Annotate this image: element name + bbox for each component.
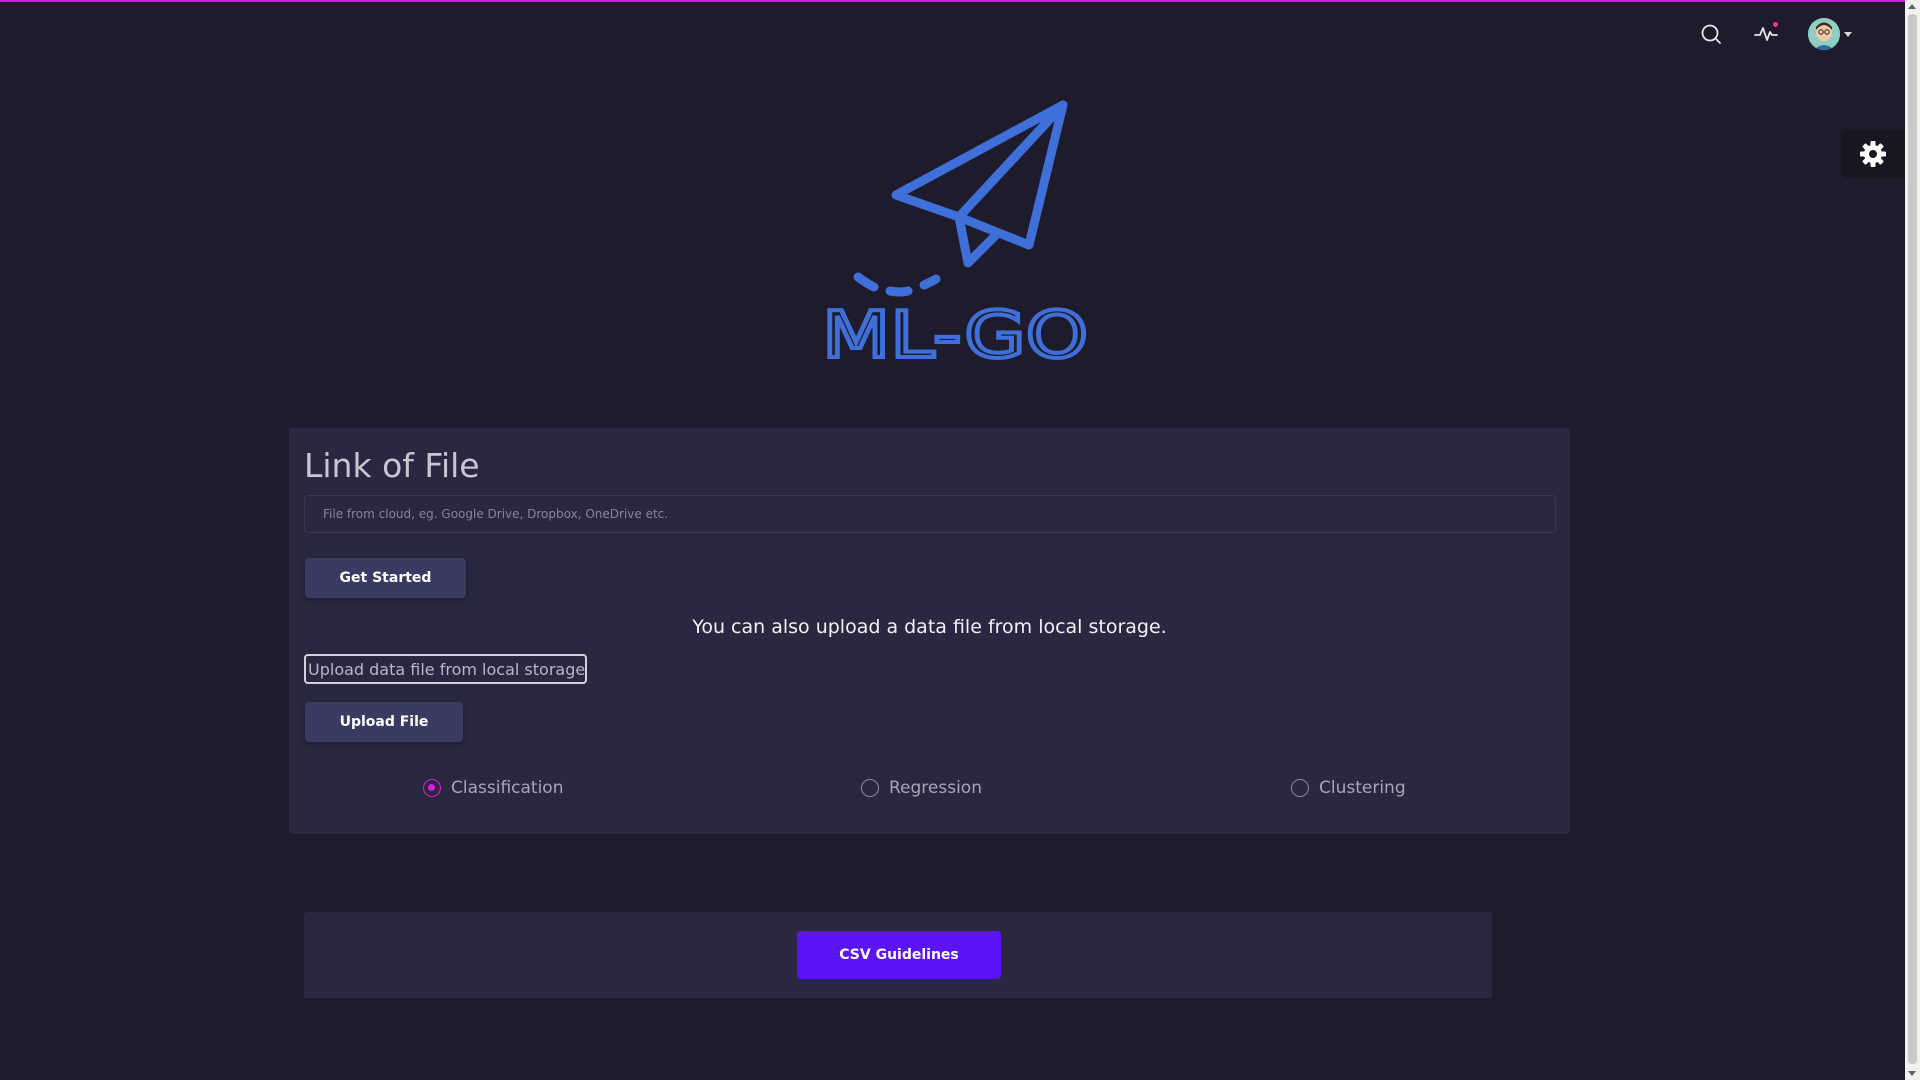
- page-scrollbar[interactable]: [1905, 0, 1920, 1080]
- activity-icon: [1754, 27, 1778, 41]
- avatar: [1808, 18, 1840, 50]
- search-button[interactable]: [1693, 16, 1729, 52]
- notification-dot: [1773, 22, 1778, 27]
- local-file-picker[interactable]: Upload data file from local storage: [304, 654, 587, 684]
- file-link-input[interactable]: [304, 495, 1556, 533]
- radio-clustering[interactable]: Clustering: [1291, 776, 1406, 800]
- guidelines-card: CSV Guidelines: [304, 912, 1492, 998]
- card-title: Link of File: [304, 446, 480, 485]
- scrollbar-thumb[interactable]: [1908, 14, 1917, 1064]
- get-started-button[interactable]: Get Started: [305, 558, 466, 598]
- scroll-up-icon[interactable]: [1908, 4, 1916, 9]
- radio-label-clustering: Clustering: [1319, 778, 1406, 798]
- radio-regression[interactable]: Regression: [861, 776, 982, 800]
- radio-button[interactable]: [1291, 779, 1309, 797]
- user-menu[interactable]: [1808, 17, 1852, 51]
- logo-text: ML-GO: [822, 299, 1088, 365]
- upload-note: You can also upload a data file from loc…: [692, 616, 1167, 638]
- radio-label-classification: Classification: [451, 778, 564, 798]
- search-icon: [1701, 24, 1721, 44]
- radio-button-selected[interactable]: [423, 779, 441, 797]
- settings-button[interactable]: [1841, 130, 1905, 178]
- radio-classification[interactable]: Classification: [423, 776, 563, 800]
- activity-button[interactable]: [1748, 16, 1784, 52]
- gear-icon: [1860, 141, 1886, 167]
- upload-card: Link of File Get Started You can also up…: [289, 428, 1570, 834]
- scroll-down-icon[interactable]: [1908, 1071, 1916, 1076]
- app-logo: ML-GO: [816, 95, 1096, 375]
- csv-guidelines-button[interactable]: CSV Guidelines: [797, 931, 1001, 979]
- radio-label-regression: Regression: [889, 778, 982, 798]
- upload-file-button[interactable]: Upload File: [305, 702, 463, 742]
- top-navbar: [0, 0, 1905, 70]
- chevron-down-icon: [1844, 31, 1852, 37]
- radio-button[interactable]: [861, 779, 879, 797]
